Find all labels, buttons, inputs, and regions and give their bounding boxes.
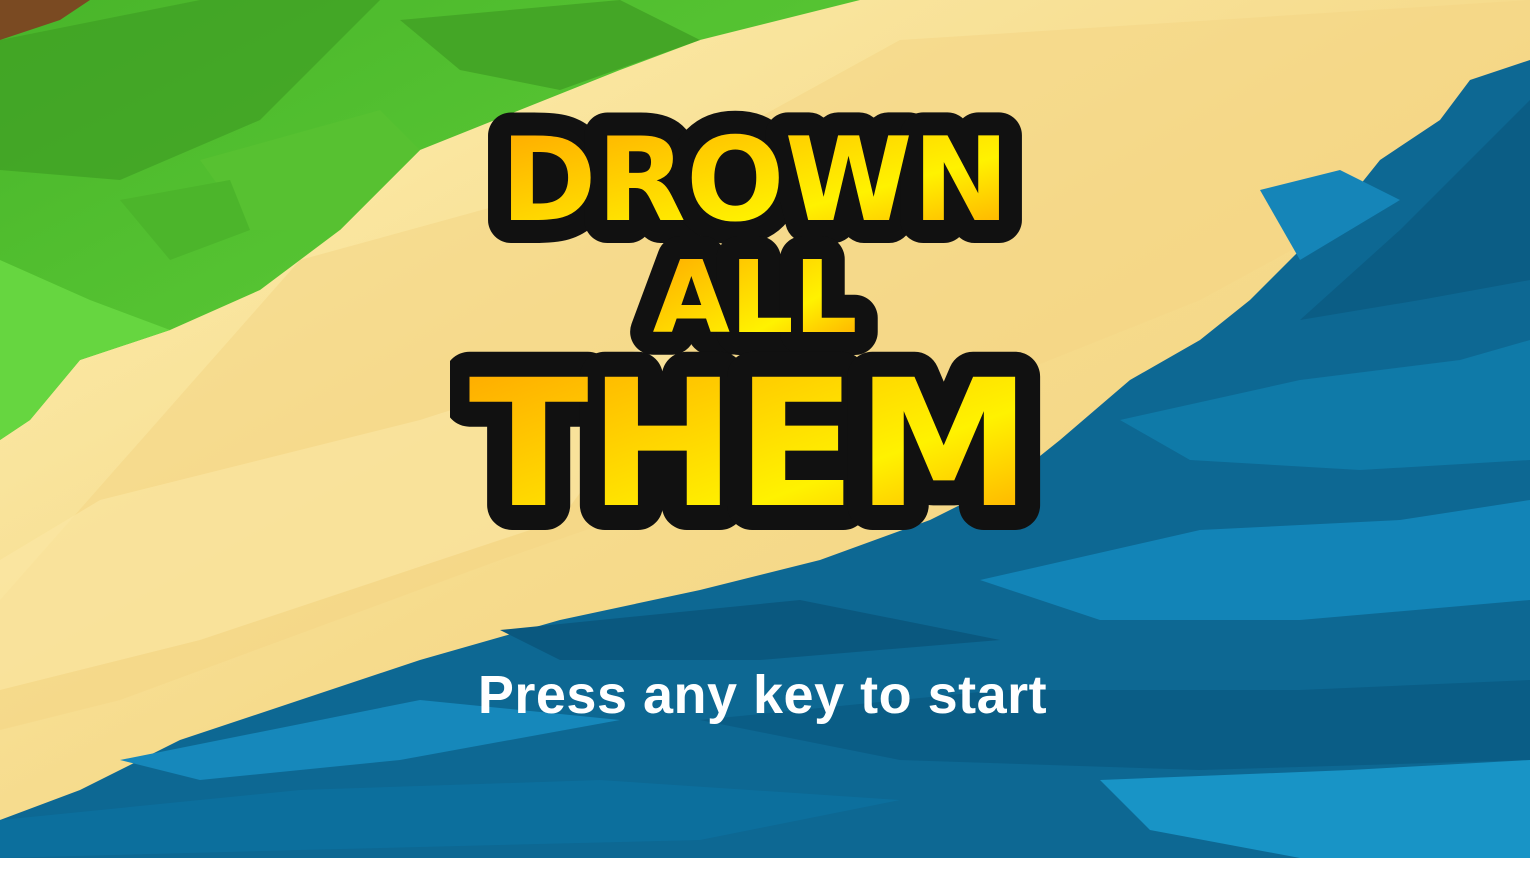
game-title-logo: DROWN ALL THEM DROWN ALL THEM xyxy=(450,80,1050,560)
title-word-drown-fill: DROWN xyxy=(500,113,1009,248)
game-title-screen[interactable]: DROWN ALL THEM DROWN ALL THEM Press any … xyxy=(0,0,1530,858)
window-bottom-strip xyxy=(0,858,1530,879)
press-any-key-prompt[interactable]: Press any key to start xyxy=(0,660,1525,730)
title-word-all-fill: ALL xyxy=(653,239,858,356)
title-word-them-fill: THEM xyxy=(469,342,1032,547)
